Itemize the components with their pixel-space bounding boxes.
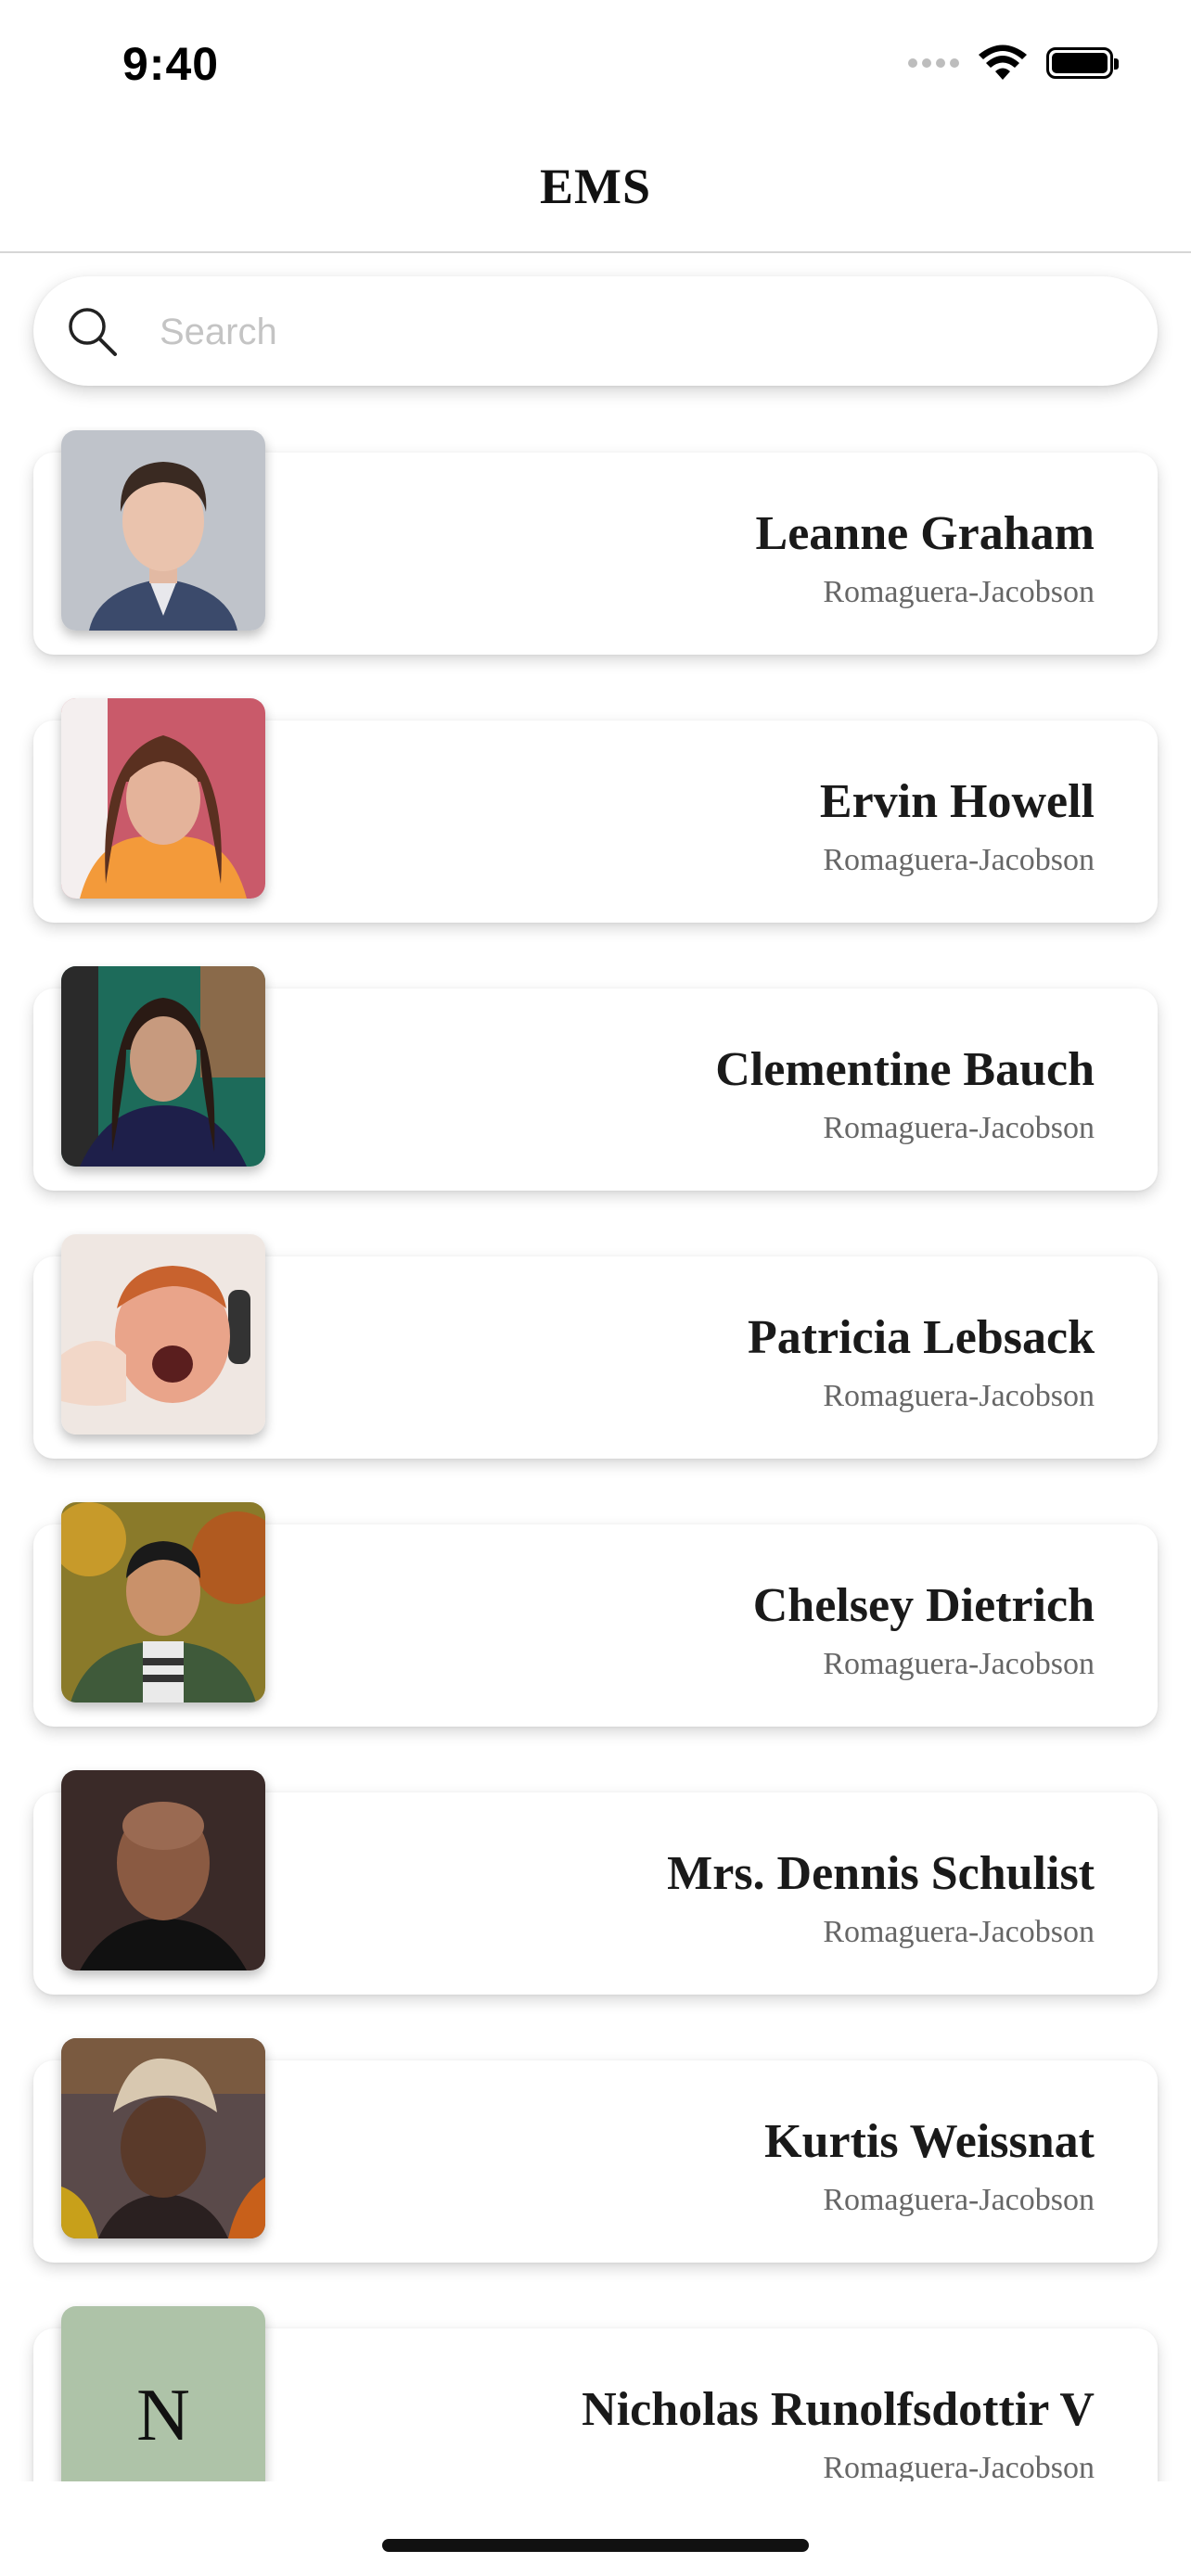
contact-company: Romaguera-Jacobson <box>823 2451 1095 2481</box>
contact-name: Leanne Graham <box>755 507 1095 560</box>
contact-company: Romaguera-Jacobson <box>823 1379 1095 1413</box>
contact-name: Chelsey Dietrich <box>752 1579 1095 1632</box>
contact-row[interactable]: Patricia Lebsack Romaguera-Jacobson <box>0 1231 1191 1468</box>
avatar <box>61 698 265 899</box>
contact-company: Romaguera-Jacobson <box>823 1111 1095 1145</box>
contact-company: Romaguera-Jacobson <box>823 1915 1095 1949</box>
contact-company: Romaguera-Jacobson <box>823 575 1095 609</box>
status-time: 9:40 <box>122 38 220 90</box>
search-icon <box>69 308 117 356</box>
contact-name: Ervin Howell <box>819 775 1095 828</box>
contact-row[interactable]: Kurtis Weissnat Romaguera-Jacobson <box>0 2034 1191 2272</box>
home-indicator[interactable] <box>382 2539 809 2552</box>
contact-name: Clementine Bauch <box>715 1043 1095 1096</box>
contact-name: Patricia Lebsack <box>747 1311 1095 1364</box>
wifi-icon <box>979 45 1027 80</box>
avatar <box>61 966 265 1167</box>
avatar-initial: N <box>136 2374 190 2456</box>
contact-row[interactable]: Leanne Graham Romaguera-Jacobson <box>0 427 1191 664</box>
contact-company: Romaguera-Jacobson <box>823 2183 1095 2217</box>
status-bar: 9:40 <box>0 0 1191 130</box>
contact-name: Nicholas Runolfsdottir V <box>582 2383 1095 2436</box>
contact-row[interactable]: Nicholas Runolfsdottir V Romaguera-Jacob… <box>0 2302 1191 2481</box>
avatar <box>61 1234 265 1435</box>
cellular-signal-icon <box>908 58 959 68</box>
home-area <box>0 2481 1191 2576</box>
battery-icon <box>1046 47 1119 79</box>
search-bar[interactable] <box>33 276 1158 386</box>
search-input[interactable] <box>158 299 1126 365</box>
contact-row[interactable]: Chelsey Dietrich Romaguera-Jacobson <box>0 1498 1191 1736</box>
contact-list[interactable]: Leanne Graham Romaguera-Jacobson Ervin H… <box>0 427 1191 2481</box>
contact-company: Romaguera-Jacobson <box>823 843 1095 877</box>
contact-row[interactable]: Mrs. Dennis Schulist Romaguera-Jacobson <box>0 1766 1191 2004</box>
contact-name: Mrs. Dennis Schulist <box>667 1847 1095 1900</box>
contact-row[interactable]: Clementine Bauch Romaguera-Jacobson <box>0 963 1191 1200</box>
avatar <box>61 2038 265 2238</box>
contact-company: Romaguera-Jacobson <box>823 1647 1095 1681</box>
status-icons <box>908 45 1119 82</box>
contact-name: Kurtis Weissnat <box>764 2115 1095 2168</box>
page-title: EMS <box>539 159 652 214</box>
avatar <box>61 1770 265 1970</box>
avatar <box>61 430 265 631</box>
avatar <box>61 1502 265 1702</box>
contact-row[interactable]: Ervin Howell Romaguera-Jacobson <box>0 695 1191 932</box>
avatar: N <box>61 2306 265 2481</box>
navigation-bar: EMS <box>0 130 1191 253</box>
